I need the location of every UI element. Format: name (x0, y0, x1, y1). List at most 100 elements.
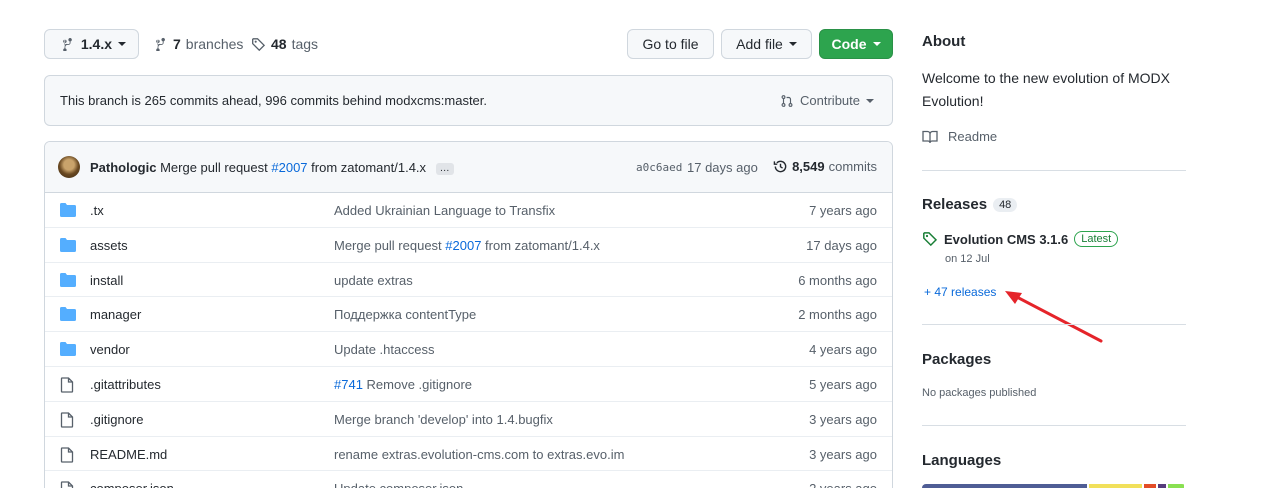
file-commit-message[interactable]: update extras (334, 273, 413, 288)
commit-age[interactable]: 17 days ago (687, 160, 758, 175)
branches-label: branches (185, 36, 244, 52)
code-button[interactable]: Code (819, 29, 893, 59)
file-row[interactable]: .gitattributes #741 Remove .gitignore 5 ye… (45, 367, 892, 402)
file-age: 4 years ago (809, 342, 877, 358)
folder-icon (60, 203, 76, 220)
file-commit-message[interactable]: rename extras.evolution-cms.com to extra… (334, 447, 624, 462)
file-icon (60, 412, 74, 431)
file-name[interactable]: vendor (90, 342, 130, 357)
file-icon (60, 377, 74, 396)
file-commit-message[interactable]: #741 Remove .gitignore (334, 377, 472, 392)
file-commit-link[interactable]: #741 (334, 377, 363, 392)
file-row[interactable]: manager Поддержка contentType 2 months ago (45, 297, 892, 333)
add-file-label: Add file (736, 36, 783, 52)
language-segment (1089, 484, 1143, 488)
file-row[interactable]: .tx Added Ukrainian Language to Transfix 7… (45, 193, 892, 228)
file-commit-link[interactable]: #2007 (445, 238, 481, 253)
book-icon (922, 130, 938, 143)
file-commit-text[interactable]: Merge branch 'develop' into 1.4.bugfix (334, 412, 553, 427)
file-name[interactable]: README.md (90, 447, 167, 462)
contribute-label: Contribute (800, 93, 860, 108)
chevron-down-icon (118, 42, 126, 46)
packages-description: No packages published (922, 387, 1037, 399)
avatar[interactable] (58, 156, 80, 178)
add-file-button[interactable]: Add file (721, 29, 812, 59)
folder-icon (60, 237, 76, 255)
latest-release[interactable]: Evolution CMS 3.1.6 Latest (922, 231, 1119, 247)
file-commit-text[interactable]: Update composer.json (334, 481, 463, 488)
commit-expand-button[interactable]: … (435, 162, 454, 175)
releases-heading[interactable]: Releases 48 (922, 196, 1018, 213)
releases-count: 48 (993, 197, 1018, 212)
file-row[interactable]: README.md rename extras.evolution-cms.com… (45, 437, 892, 472)
branch-selector[interactable]: 1.4.x (44, 29, 139, 59)
file-age: 2 months ago (798, 307, 877, 323)
file-name[interactable]: install (90, 273, 123, 288)
more-releases-link[interactable]: + 47 releases (924, 285, 996, 299)
sidebar-divider (922, 425, 1186, 426)
languages-heading: Languages (922, 452, 1002, 469)
file-commit-text[interactable]: rename extras.evolution-cms.com to extra… (334, 447, 624, 462)
commit-message-suffix[interactable]: from zatomant/1.4.x (311, 160, 426, 175)
file-row[interactable]: .gitignore Merge branch 'develop' into 1.… (45, 402, 892, 437)
file-commit-message[interactable]: Update .htaccess (334, 342, 434, 357)
file-row[interactable]: install update extras 6 months ago (45, 263, 892, 298)
about-description: Welcome to the new evolution of MODX Evo… (922, 70, 1170, 109)
commit-message-prefix[interactable]: Merge pull request (160, 160, 268, 175)
branch-status-text: This branch is 265 commits ahead, 996 co… (60, 93, 488, 108)
file-commit-text[interactable]: Remove .gitignore (363, 377, 473, 392)
history-icon (773, 160, 787, 173)
chevron-down-icon (866, 98, 874, 103)
file-commit-message[interactable]: Поддержка contentType (334, 307, 476, 322)
file-name[interactable]: composer.json (90, 481, 174, 488)
file-name[interactable]: manager (90, 307, 141, 322)
file-age: 3 years ago (809, 411, 877, 427)
sidebar-divider (922, 324, 1186, 325)
commit-sha[interactable]: a0c6aed (636, 161, 682, 174)
latest-release-name[interactable]: Evolution CMS 3.1.6 (944, 232, 1068, 247)
about-heading: About (922, 33, 966, 50)
go-to-file-label: Go to file (642, 36, 699, 52)
pull-request-icon (781, 94, 793, 107)
file-commit-text[interactable]: from zatomant/1.4.x (481, 238, 600, 253)
file-commit-text[interactable]: update extras (334, 273, 413, 288)
file-age: 5 years ago (809, 376, 877, 392)
commit-author[interactable]: Pathologic (90, 160, 156, 175)
code-label: Code (831, 36, 867, 52)
latest-commit-bar: Pathologic Merge pull request #2007 from… (45, 142, 892, 193)
file-name[interactable]: assets (90, 238, 128, 253)
file-row[interactable]: composer.json Update composer.json 2 years… (45, 471, 892, 488)
file-commit-message[interactable]: Added Ukrainian Language to Transfix (334, 203, 555, 218)
annotation-arrow (1005, 291, 1103, 343)
file-commit-text[interactable]: Поддержка contentType (334, 307, 476, 322)
tags-count: 48 (271, 36, 287, 52)
file-row[interactable]: vendor Update .htaccess 4 years ago (45, 332, 892, 367)
file-name[interactable]: .gitignore (90, 412, 143, 427)
commit-pr-link[interactable]: #2007 (271, 160, 307, 175)
file-commit-message[interactable]: Merge branch 'develop' into 1.4.bugfix (334, 412, 553, 427)
file-commit-message[interactable]: Update composer.json (334, 481, 463, 488)
file-commit-text[interactable]: Added Ukrainian Language to Transfix (334, 203, 555, 218)
sidebar-divider (922, 170, 1186, 171)
file-name[interactable]: .tx (90, 203, 104, 218)
file-browser: Pathologic Merge pull request #2007 from… (44, 141, 893, 488)
packages-heading[interactable]: Packages (922, 351, 991, 368)
tags-link[interactable]: 48 tags (251, 36, 318, 52)
branch-icon (63, 37, 72, 51)
file-commit-text[interactable]: Update .htaccess (334, 342, 434, 357)
tag-icon (923, 232, 938, 247)
contribute-dropdown[interactable]: Contribute (780, 93, 874, 108)
branch-status-box: This branch is 265 commits ahead, 996 co… (44, 75, 893, 126)
branch-icon (156, 37, 165, 51)
commit-count-link[interactable]: 8,549 commits (773, 159, 877, 174)
file-row[interactable]: assets Merge pull request #2007 from zato… (45, 228, 892, 263)
tag-icon (252, 37, 266, 51)
readme-link[interactable]: Readme (922, 129, 997, 144)
branches-link[interactable]: 7 branches (154, 36, 243, 52)
file-age: 7 years ago (809, 203, 877, 218)
file-commit-message[interactable]: Merge pull request #2007 from zatomant/1… (334, 238, 600, 253)
file-name[interactable]: .gitattributes (90, 377, 161, 392)
file-commit-prefix[interactable]: Merge pull request (334, 238, 445, 253)
file-icon (60, 446, 74, 466)
go-to-file-button[interactable]: Go to file (627, 29, 714, 59)
